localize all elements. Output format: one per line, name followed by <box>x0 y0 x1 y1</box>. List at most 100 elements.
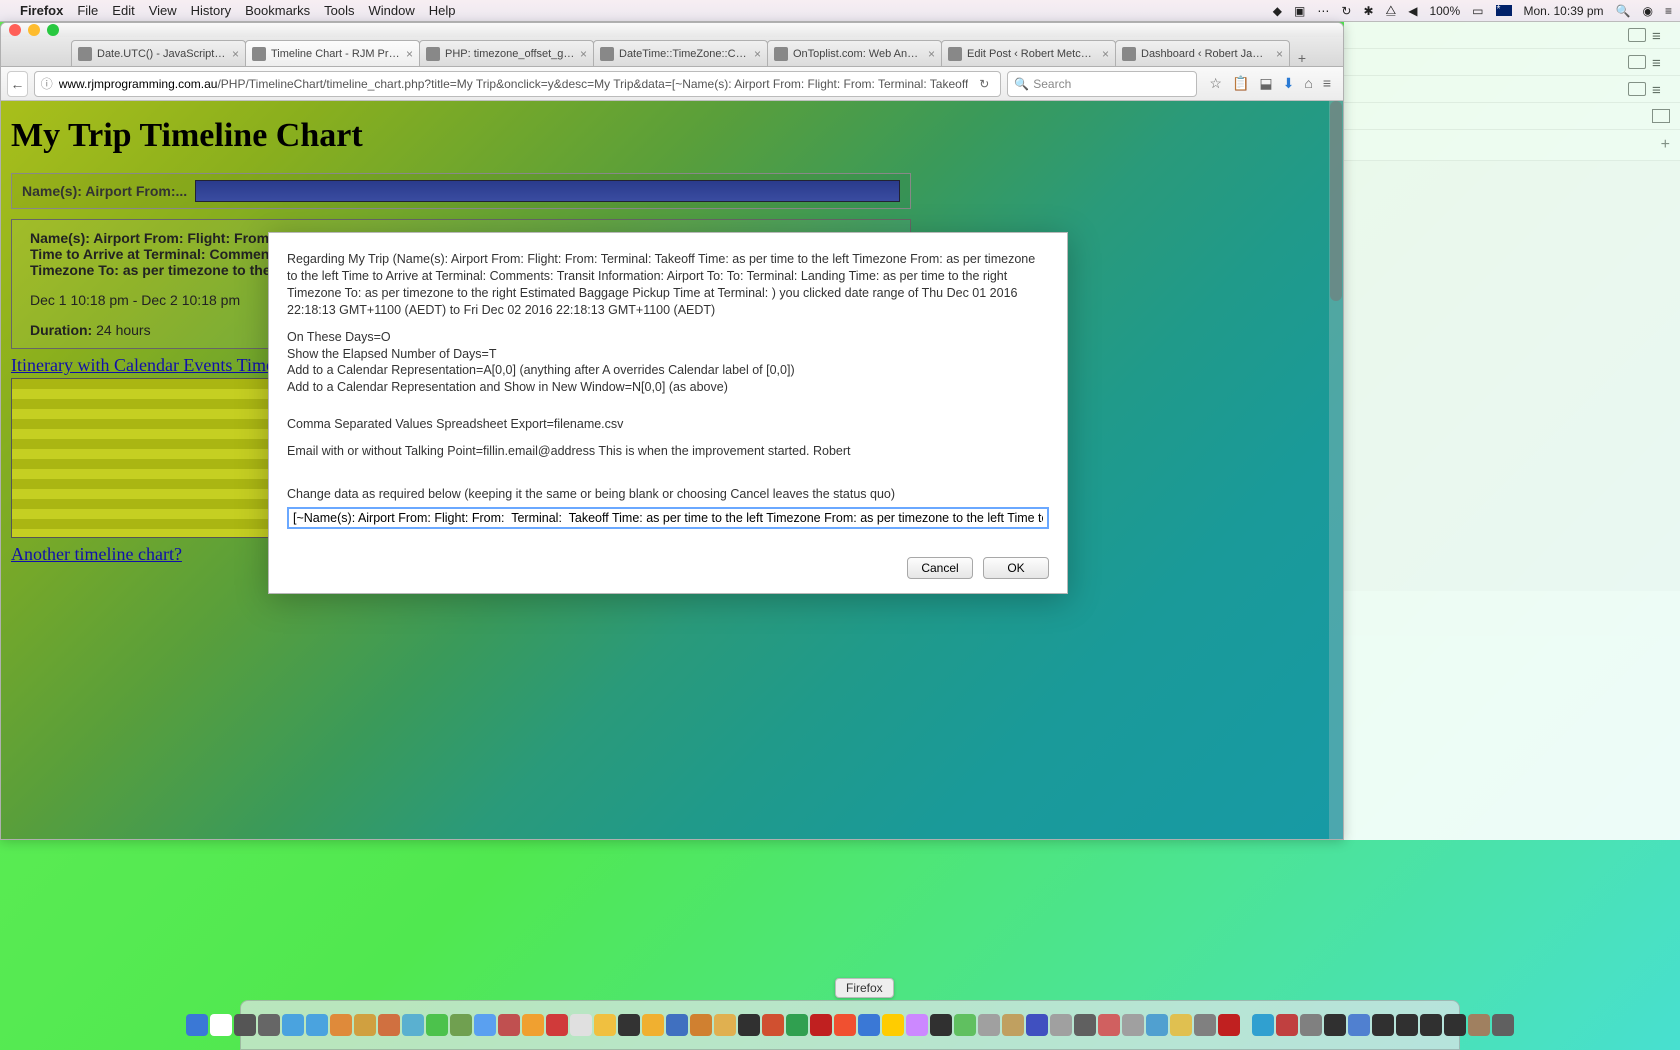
dock-app-icon[interactable] <box>738 1014 760 1036</box>
dock-app-icon[interactable] <box>1468 1014 1490 1036</box>
dock-app-icon[interactable] <box>642 1014 664 1036</box>
wifi-icon[interactable]: ⧋ <box>1386 3 1397 18</box>
dock-app-icon[interactable] <box>834 1014 856 1036</box>
status-icon[interactable]: ↻ <box>1341 4 1351 18</box>
dock-app-icon[interactable] <box>762 1014 784 1036</box>
dock-app-icon[interactable] <box>306 1014 328 1036</box>
tab-close-icon[interactable]: × <box>754 47 761 61</box>
menu-window[interactable]: Window <box>369 3 415 18</box>
new-tab-button[interactable]: + <box>1289 50 1315 66</box>
dock-app-icon[interactable] <box>1252 1014 1274 1036</box>
dock-app-icon[interactable] <box>258 1014 280 1036</box>
window-zoom-icon[interactable] <box>47 24 59 36</box>
browser-tab[interactable]: OnToplist.com: Web Analyt...× <box>767 40 942 66</box>
pocket-icon[interactable]: ⬓ <box>1259 75 1272 92</box>
dock-app-icon[interactable] <box>1002 1014 1024 1036</box>
hamburger-icon[interactable]: ≡ <box>1323 75 1331 92</box>
dock-app-icon[interactable] <box>1348 1014 1370 1036</box>
dock-app-icon[interactable] <box>1194 1014 1216 1036</box>
dock-app-icon[interactable] <box>666 1014 688 1036</box>
dock-app-icon[interactable] <box>1098 1014 1120 1036</box>
dock-app-icon[interactable] <box>1300 1014 1322 1036</box>
dock-app-icon[interactable] <box>330 1014 352 1036</box>
active-app-name[interactable]: Firefox <box>20 3 63 18</box>
dock-app-icon[interactable] <box>282 1014 304 1036</box>
dock-app-icon[interactable] <box>234 1014 256 1036</box>
dock-app-icon[interactable] <box>1396 1014 1418 1036</box>
dock-app-icon[interactable] <box>618 1014 640 1036</box>
dock-app-icon[interactable] <box>1444 1014 1466 1036</box>
menu-file[interactable]: File <box>77 3 98 18</box>
browser-tab[interactable]: Dashboard ‹ Robert James ...× <box>1115 40 1290 66</box>
dock-app-icon[interactable] <box>1218 1014 1240 1036</box>
tab-close-icon[interactable]: × <box>406 47 413 61</box>
tab-close-icon[interactable]: × <box>580 47 587 61</box>
tab-close-icon[interactable]: × <box>232 47 239 61</box>
dock-app-icon[interactable] <box>378 1014 400 1036</box>
status-icon[interactable]: ◆ <box>1273 4 1282 18</box>
clock-text[interactable]: Mon. 10:39 pm <box>1524 4 1604 18</box>
dock-app-icon[interactable] <box>426 1014 448 1036</box>
url-text[interactable]: www.rjmprogramming.com.au/PHP/TimelineCh… <box>59 77 969 91</box>
menu-edit[interactable]: Edit <box>112 3 134 18</box>
scrollbar-thumb[interactable] <box>1330 101 1342 301</box>
menu-tools[interactable]: Tools <box>324 3 354 18</box>
site-info-icon[interactable]: ⓘ <box>41 75 53 92</box>
window-close-icon[interactable] <box>9 24 21 36</box>
dock-app-icon[interactable] <box>930 1014 952 1036</box>
browser-tab[interactable]: Edit Post ‹ Robert Metcalfe...× <box>941 40 1116 66</box>
reload-icon[interactable]: ↻ <box>974 77 994 91</box>
dock-app-icon[interactable] <box>858 1014 880 1036</box>
window-minimize-icon[interactable] <box>28 24 40 36</box>
dock-app-icon[interactable] <box>714 1014 736 1036</box>
tab-close-icon[interactable]: × <box>1276 47 1283 61</box>
dock-app-icon[interactable] <box>1324 1014 1346 1036</box>
gantt-bar[interactable] <box>195 180 900 202</box>
dock-app-icon[interactable] <box>1372 1014 1394 1036</box>
bookmark-star-icon[interactable]: ☆ <box>1209 75 1222 92</box>
spotlight-icon[interactable]: 🔍 <box>1616 4 1631 18</box>
dock-app-icon[interactable] <box>810 1014 832 1036</box>
dock-app-icon[interactable] <box>906 1014 928 1036</box>
dock-app-icon[interactable] <box>954 1014 976 1036</box>
cancel-button[interactable]: Cancel <box>907 557 973 579</box>
dock-app-icon[interactable] <box>210 1014 232 1036</box>
siri-icon[interactable]: ◉ <box>1643 4 1653 18</box>
input-flag-icon[interactable] <box>1496 5 1512 16</box>
dock-app-icon[interactable] <box>402 1014 424 1036</box>
dock-app-icon[interactable] <box>1026 1014 1048 1036</box>
dock-app-icon[interactable] <box>186 1014 208 1036</box>
volume-icon[interactable]: ◀ <box>1408 4 1417 18</box>
dock-app-icon[interactable] <box>1170 1014 1192 1036</box>
dock-app-icon[interactable] <box>786 1014 808 1036</box>
menu-bookmarks[interactable]: Bookmarks <box>245 3 310 18</box>
dock-app-icon[interactable] <box>690 1014 712 1036</box>
dock-app-icon[interactable] <box>522 1014 544 1036</box>
home-icon[interactable]: ⌂ <box>1304 75 1312 92</box>
browser-tab[interactable]: Timeline Chart - RJM Progr...× <box>245 40 420 66</box>
dialog-input[interactable] <box>287 507 1049 529</box>
dock-app-icon[interactable] <box>1122 1014 1144 1036</box>
dock-app-icon[interactable] <box>474 1014 496 1036</box>
status-icon[interactable]: ⋯ <box>1317 4 1329 18</box>
menu-history[interactable]: History <box>191 3 231 18</box>
dock-app-icon[interactable] <box>1146 1014 1168 1036</box>
dock-app-icon[interactable] <box>978 1014 1000 1036</box>
dock-app-icon[interactable] <box>498 1014 520 1036</box>
dock-app-icon[interactable] <box>570 1014 592 1036</box>
dock-app-icon[interactable] <box>1050 1014 1072 1036</box>
battery-icon[interactable]: ▭ <box>1472 4 1483 18</box>
status-icon[interactable]: ▣ <box>1294 4 1305 18</box>
dock-app-icon[interactable] <box>594 1014 616 1036</box>
notification-icon[interactable]: ≡ <box>1665 4 1672 18</box>
browser-tab[interactable]: DateTime::TimeZone::Catal...× <box>593 40 768 66</box>
dock-app-icon[interactable] <box>1276 1014 1298 1036</box>
dock-app-icon[interactable] <box>1492 1014 1514 1036</box>
browser-tab[interactable]: Date.UTC() - JavaScript | ...× <box>71 40 246 66</box>
dock-app-icon[interactable] <box>354 1014 376 1036</box>
another-chart-link[interactable]: Another timeline chart? <box>11 544 182 564</box>
bluetooth-icon[interactable]: ✱ <box>1363 4 1373 18</box>
dock-app-icon[interactable] <box>1074 1014 1096 1036</box>
itinerary-link[interactable]: Itinerary with Calendar Events Timeline <box>11 355 301 375</box>
search-box[interactable]: 🔍 Search <box>1007 71 1197 97</box>
